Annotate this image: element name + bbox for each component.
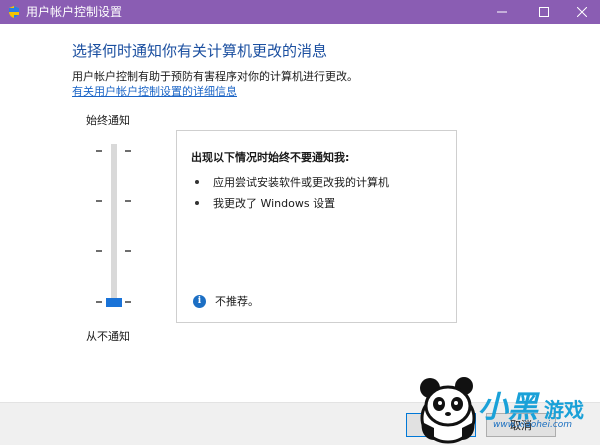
slider-tick (125, 250, 131, 252)
maximize-icon (539, 7, 549, 17)
close-button[interactable] (562, 0, 600, 24)
info-text: 不推荐。 (215, 295, 259, 308)
slider-tick (125, 150, 131, 152)
maximize-button[interactable] (524, 0, 564, 24)
panel-title: 出现以下情况时始终不要通知我: (191, 151, 350, 164)
bullet-icon (195, 201, 199, 205)
slider-tick (125, 301, 131, 303)
close-icon (577, 7, 587, 17)
slider-tick (125, 200, 131, 202)
slider-tick (96, 150, 102, 152)
more-info-link[interactable]: 有关用户帐户控制设置的详细信息 (72, 83, 237, 99)
slider-top-label: 始终通知 (86, 114, 130, 127)
list-item-text: 应用尝试安装软件或更改我的计算机 (213, 176, 389, 189)
minimize-button[interactable] (482, 0, 522, 24)
list-item: 我更改了 Windows 设置 (195, 195, 335, 211)
info-note: i 不推荐。 (193, 293, 259, 309)
slider-bottom-label: 从不通知 (86, 330, 130, 343)
slider-tick (96, 301, 102, 303)
minimize-icon (497, 11, 507, 13)
slider-thumb[interactable] (106, 298, 122, 307)
list-item-text: 我更改了 Windows 设置 (213, 197, 336, 210)
bullet-icon (195, 180, 199, 184)
notification-slider[interactable] (92, 140, 136, 310)
shield-icon (9, 6, 19, 18)
slider-tick (96, 250, 102, 252)
watermark-logo-sub: 游戏 (544, 398, 584, 422)
watermark-url: www.xiaohei.com (493, 420, 573, 430)
slider-track[interactable] (111, 144, 117, 306)
title-bar[interactable]: 用户帐户控制设置 (0, 0, 600, 24)
description-text: 用户帐户控制有助于预防有害程序对你的计算机进行更改。 (72, 70, 358, 83)
window-title: 用户帐户控制设置 (26, 5, 123, 19)
info-icon: i (193, 294, 206, 308)
slider-tick (96, 200, 102, 202)
page-heading: 选择何时通知你有关计算机更改的消息 (72, 42, 328, 60)
description-panel: 出现以下情况时始终不要通知我: 应用尝试安装软件或更改我的计算机 我更改了 Wi… (176, 130, 457, 323)
list-item: 应用尝试安装软件或更改我的计算机 (195, 174, 389, 190)
panda-logo-icon (420, 377, 476, 444)
